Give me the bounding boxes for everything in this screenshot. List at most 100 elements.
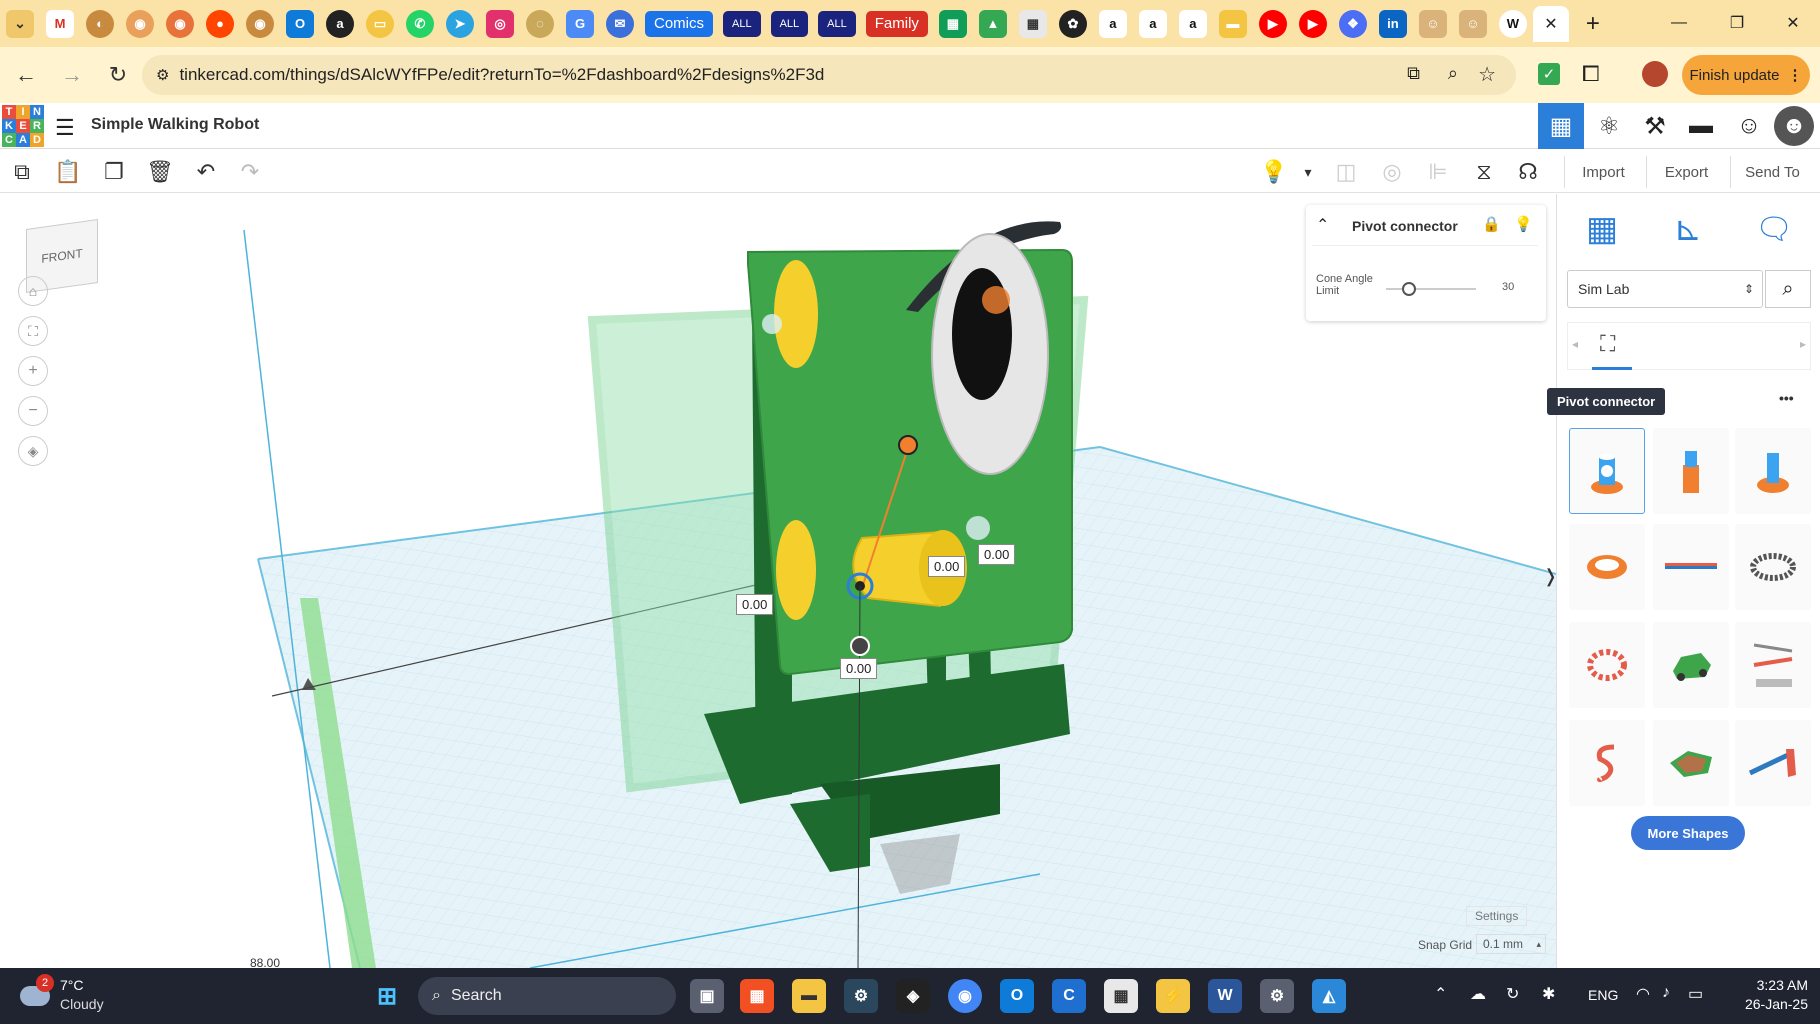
instagram-icon[interactable]: ◎	[486, 9, 514, 38]
shape-ring[interactable]	[1569, 524, 1645, 610]
close-window-button[interactable]: ✕	[1778, 8, 1808, 38]
ungroup-icon[interactable]: ◎	[1376, 156, 1408, 188]
tab-favicon-icon[interactable]: ☺	[1458, 9, 1487, 38]
shape-revolute[interactable]	[1735, 428, 1811, 514]
notes-icon[interactable]: 🗨	[1751, 206, 1797, 252]
translate-icon[interactable]: G	[566, 9, 594, 38]
finish-update-button[interactable]: Finish update ⋮	[1682, 55, 1810, 95]
tab-favicon-icon[interactable]: ▬	[1218, 9, 1247, 38]
carousel-right-icon[interactable]: ▸	[1800, 337, 1806, 351]
shape-track[interactable]	[1735, 622, 1811, 708]
tab-favicon-icon[interactable]: ◐	[86, 9, 114, 38]
bolt-app-icon[interactable]: ⚡	[1156, 979, 1190, 1013]
wikipedia-icon[interactable]: W	[1498, 9, 1527, 38]
settings-app-icon[interactable]: ⚙	[1260, 979, 1294, 1013]
collapse-chevron-icon[interactable]: ⌃	[1316, 215, 1329, 235]
redo-icon[interactable]: ↷	[234, 156, 266, 188]
task-view-icon[interactable]: ▣	[690, 979, 724, 1013]
steam-icon[interactable]: ⚙	[844, 979, 878, 1013]
back-button[interactable]: ←	[6, 55, 46, 95]
settings-button[interactable]: Settings	[1466, 906, 1528, 926]
photos-icon[interactable]: ◭	[1312, 979, 1346, 1013]
open-in-app-icon[interactable]: ⧉	[1407, 63, 1420, 84]
close-tab-icon[interactable]: ✕	[1532, 5, 1569, 42]
restore-button[interactable]: ❐	[1722, 8, 1752, 38]
perspective-icon[interactable]: ◈	[18, 436, 48, 466]
site-info-icon[interactable]: ⚙	[156, 66, 169, 84]
3d-workplane-viewport[interactable]: FRONT ⌂ ⛶ + − ◈ 0.00 0.00 0.00 0.00 88.0…	[0, 194, 1556, 968]
carousel-left-icon[interactable]: ◂	[1572, 337, 1578, 351]
wifi-icon[interactable]: ◠	[1636, 984, 1650, 1004]
undo-icon[interactable]: ↶	[190, 156, 222, 188]
minimize-button[interactable]: —	[1664, 8, 1694, 38]
tab-favicon-icon[interactable]: ◌	[526, 9, 554, 38]
clock-date[interactable]: 26-Jan-25	[1734, 996, 1808, 1012]
delete-icon[interactable]: 🗑	[144, 156, 176, 188]
windows-start-icon[interactable]: ⊞	[370, 979, 404, 1013]
lock-icon[interactable]: 🔒	[1482, 215, 1501, 233]
light-bulb-icon[interactable]: 💡	[1258, 156, 1290, 188]
bluetooth-icon[interactable]: ✱	[1542, 984, 1555, 1004]
import-button[interactable]: Import	[1564, 156, 1642, 188]
tab-favicon-icon[interactable]: ◉	[166, 9, 194, 38]
duplicate-icon[interactable]: ❐	[98, 156, 130, 188]
linkedin-icon[interactable]: in	[1378, 9, 1407, 38]
tab-group-all[interactable]: ALL	[818, 10, 856, 37]
dimension-label[interactable]: 0.00	[978, 544, 1016, 565]
battery-icon[interactable]: ▭	[1688, 984, 1703, 1004]
clock-time[interactable]: 3:23 AM	[1742, 977, 1808, 993]
dimension-label[interactable]: 0.00	[840, 658, 878, 679]
cone-angle-slider[interactable]	[1386, 282, 1476, 296]
chrome-icon[interactable]: ◉	[948, 979, 982, 1013]
visibility-bulb-icon[interactable]: 💡	[1514, 215, 1533, 233]
dimension-label[interactable]: 0.00	[928, 556, 966, 577]
export-button[interactable]: Export	[1646, 156, 1726, 188]
zoom-in-icon[interactable]: +	[18, 356, 48, 386]
sync-icon[interactable]: ↻	[1506, 984, 1519, 1004]
tab-favicon-icon[interactable]: ▭	[366, 9, 394, 38]
shape-slingshot[interactable]	[1735, 720, 1811, 806]
zoom-out-icon[interactable]: −	[18, 396, 48, 426]
snap-grid-select[interactable]: 0.1 mm ▴	[1476, 934, 1546, 954]
url-bar[interactable]: ⚙ tinkercad.com/things/dSAlcWYfFPe/edit?…	[142, 55, 1516, 95]
outlook-icon[interactable]: O	[1000, 979, 1034, 1013]
pivot-handle[interactable]	[898, 435, 918, 455]
search-icon[interactable]: ⌕	[1765, 270, 1811, 308]
extension-check-icon[interactable]: ✓	[1538, 63, 1560, 85]
fit-view-icon[interactable]: ⛶	[18, 316, 48, 346]
outlook-icon[interactable]: O	[286, 9, 314, 38]
volume-icon[interactable]: ♪	[1662, 984, 1670, 1002]
rotation-handle[interactable]	[850, 636, 870, 656]
more-shapes-button[interactable]: More Shapes	[1631, 816, 1745, 850]
collapse-panel-icon[interactable]: ❭	[1543, 566, 1558, 587]
amazon-icon[interactable]: a	[1178, 9, 1207, 38]
tab-group-all[interactable]: ALL	[770, 10, 809, 37]
left-gear-bottom[interactable]	[776, 520, 816, 620]
reload-button[interactable]: ↻	[98, 55, 138, 95]
more-menu-icon[interactable]: •••	[1779, 390, 1794, 406]
new-tab-button[interactable]: +	[1575, 6, 1611, 42]
cone-angle-value[interactable]: 30	[1502, 281, 1514, 293]
whatsapp-icon[interactable]: ✆	[406, 9, 434, 38]
paste-icon[interactable]: 📋	[52, 156, 84, 188]
shape-particles[interactable]	[1653, 720, 1729, 806]
youtube-icon[interactable]: ▶	[1298, 9, 1327, 38]
3d-view-grid-icon[interactable]: ▦	[1538, 103, 1584, 149]
gmail-icon[interactable]: M	[46, 9, 74, 38]
dimension-label[interactable]: 0.00	[736, 594, 774, 615]
add-user-icon[interactable]: ☺	[1726, 103, 1772, 149]
amazon-icon[interactable]: a	[326, 9, 354, 38]
word-icon[interactable]: W	[1208, 979, 1242, 1013]
sim-lab-icon[interactable]: ⚛	[1586, 103, 1632, 149]
tab-favicon-icon[interactable]: ✉	[606, 9, 634, 38]
tab-favicon-icon[interactable]: ◉	[126, 9, 154, 38]
ms-store-icon[interactable]: ▦	[740, 979, 774, 1013]
drive-icon[interactable]: ▲	[978, 9, 1007, 38]
align-icon[interactable]: ⊫	[1422, 156, 1454, 188]
tab-favicon-icon[interactable]: ❖	[1338, 9, 1367, 38]
group-icon[interactable]: ◫	[1330, 156, 1362, 188]
bookmark-star-icon[interactable]: ☆	[1478, 62, 1496, 87]
telegram-icon[interactable]: ➤	[446, 9, 474, 38]
game-app-icon[interactable]: ◈	[896, 979, 930, 1013]
show-hidden-icons[interactable]: ⌃	[1434, 984, 1447, 1004]
